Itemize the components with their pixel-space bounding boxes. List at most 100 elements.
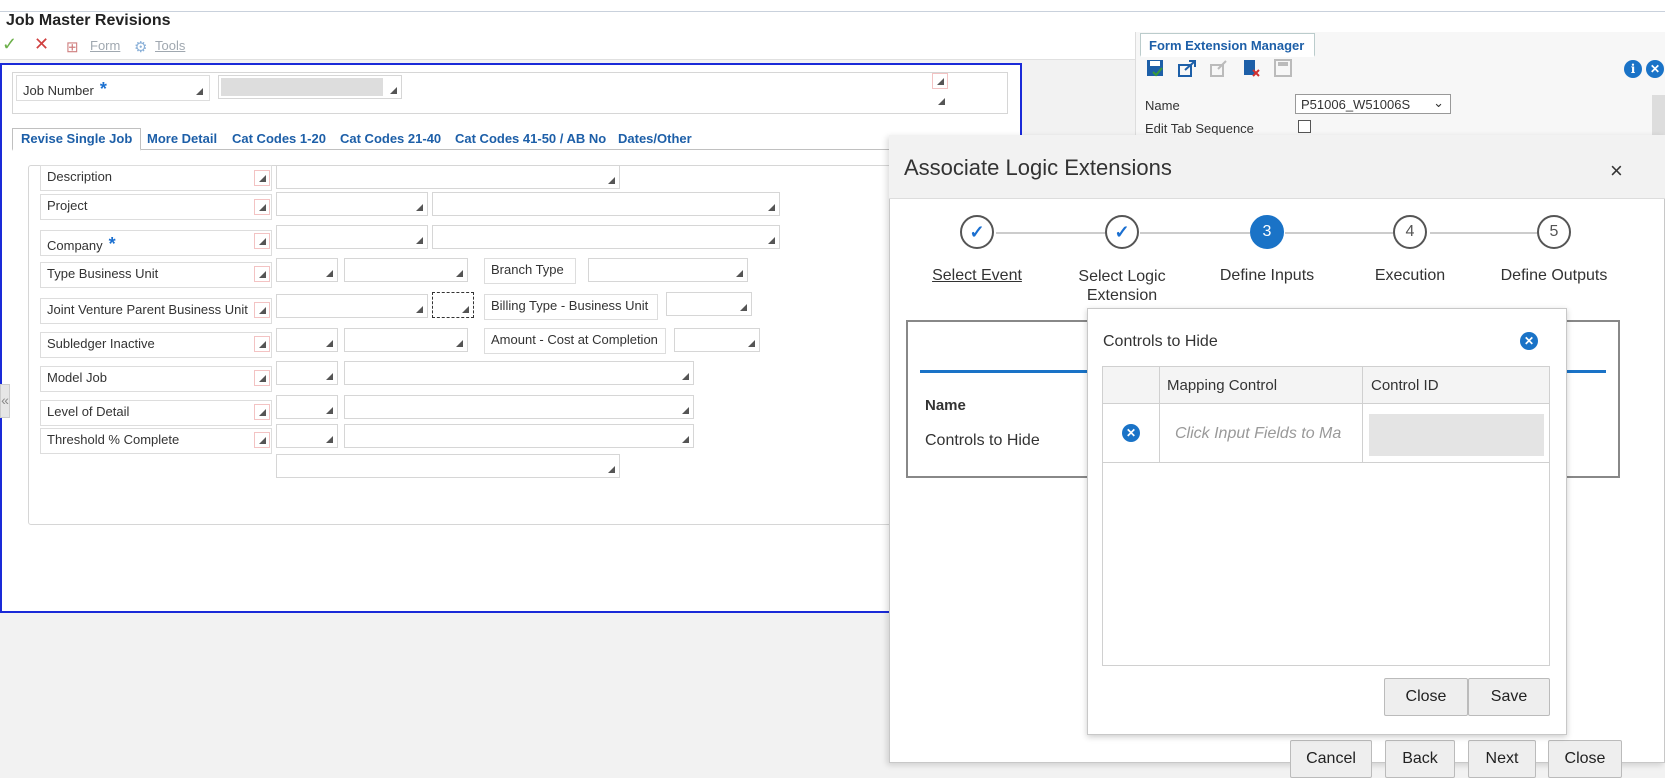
resize-handle <box>416 306 423 313</box>
extra-input[interactable] <box>276 454 620 478</box>
description-input[interactable] <box>276 165 620 189</box>
resize-handle <box>682 436 689 443</box>
step-connector <box>1430 232 1540 234</box>
subledger-inactive-input[interactable] <box>276 328 338 352</box>
form-menu[interactable]: Form <box>90 38 120 53</box>
close-icon[interactable]: × <box>1610 158 1623 184</box>
step-connector <box>1285 232 1395 234</box>
mapping-grid <box>1102 366 1550 666</box>
mapping-control-input[interactable]: Click Input Fields to Ma <box>1175 425 1341 443</box>
fem-name-label: Name <box>1145 98 1180 113</box>
jv-parent-input[interactable] <box>276 294 428 318</box>
info-icon[interactable]: i <box>1624 60 1642 78</box>
step-2-check-icon[interactable]: ✓ <box>1105 215 1139 249</box>
project-input[interactable] <box>276 192 428 216</box>
field-pin-icon[interactable] <box>254 432 270 448</box>
grid-divider <box>1159 366 1160 462</box>
tab-cat-codes-21-40[interactable]: Cat Codes 21-40 <box>340 131 441 146</box>
field-pin-icon[interactable] <box>254 199 270 215</box>
resize-handle <box>932 92 948 108</box>
export-icon[interactable] <box>1177 58 1197 78</box>
tab-revise-single-job[interactable]: Revise Single Job <box>12 128 142 151</box>
type-bu-input[interactable] <box>276 258 338 282</box>
field-pin-icon[interactable] <box>254 302 270 318</box>
ok-icon[interactable]: ✓ <box>2 34 17 55</box>
threshold-label: Threshold % Complete <box>40 428 272 454</box>
save-icon[interactable] <box>1145 58 1165 78</box>
resize-handle <box>608 177 615 184</box>
field-pin-icon[interactable] <box>254 170 270 186</box>
required-star: * <box>99 79 107 99</box>
step-connector <box>1140 232 1250 234</box>
level-of-detail-description <box>344 395 694 419</box>
resize-handle <box>326 270 333 277</box>
company-input[interactable] <box>276 225 428 249</box>
edit-tab-sequence-checkbox[interactable] <box>1298 120 1311 133</box>
tab-cat-codes-1-20[interactable]: Cat Codes 1-20 <box>232 131 326 146</box>
step-1-label[interactable]: Select Event <box>907 267 1047 285</box>
tab-more-detail[interactable]: More Detail <box>147 131 217 146</box>
step-2-label: Select Logic Extension <box>1078 268 1166 304</box>
popup-close-button[interactable]: Close <box>1384 678 1468 716</box>
remove-row-icon[interactable]: ✕ <box>1122 424 1140 442</box>
tab-form-extension-manager[interactable]: Form Extension Manager <box>1140 33 1315 57</box>
model-job-input[interactable] <box>276 361 338 385</box>
tab-cat-codes-41-50[interactable]: Cat Codes 41-50 / AB No <box>455 131 606 146</box>
field-pin-icon[interactable] <box>254 336 270 352</box>
branch-type-input[interactable] <box>588 258 748 282</box>
branch-type-label: Branch Type <box>484 258 576 284</box>
control-id-header: Control ID <box>1371 377 1439 394</box>
type-bu-description <box>344 258 468 282</box>
model-job-description <box>344 361 694 385</box>
field-pin-icon[interactable] <box>254 266 270 282</box>
resize-handle <box>682 407 689 414</box>
threshold-input[interactable] <box>276 424 338 448</box>
chevron-down-icon: ⌄ <box>1433 95 1444 110</box>
close-popup-icon[interactable]: ✕ <box>1520 332 1538 350</box>
field-pin-icon[interactable] <box>254 404 270 420</box>
job-number-label: Job Number * <box>16 75 210 101</box>
level-of-detail-input[interactable] <box>276 395 338 419</box>
jv-lookup-selected[interactable] <box>432 292 474 318</box>
resize-handle <box>456 340 463 347</box>
expand-left-icon[interactable]: « <box>0 384 10 418</box>
resize-handle <box>768 237 775 244</box>
step-5-label: Define Outputs <box>1500 267 1608 284</box>
popup-title: Controls to Hide <box>1103 333 1218 350</box>
cancel-button[interactable]: Cancel <box>1290 740 1372 778</box>
job-number-value <box>221 78 383 96</box>
job-number-input[interactable] <box>218 75 402 99</box>
project-label: Project <box>40 194 272 220</box>
control-id-input[interactable] <box>1369 414 1544 456</box>
step-3-label: Define Inputs <box>1219 267 1315 284</box>
step-4-label: Execution <box>1374 267 1446 284</box>
billing-type-input[interactable] <box>666 292 752 316</box>
amount-cost-input[interactable] <box>674 328 760 352</box>
resize-handle <box>682 373 689 380</box>
cancel-icon[interactable]: ✕ <box>34 34 49 55</box>
next-button[interactable]: Next <box>1468 740 1536 778</box>
tab-dates-other[interactable]: Dates/Other <box>618 131 692 146</box>
subledger-description <box>344 328 468 352</box>
back-button[interactable]: Back <box>1385 740 1455 778</box>
fem-name-select[interactable]: P51006_W51006S ⌄ <box>1295 94 1451 114</box>
subledger-inactive-label: Subledger Inactive <box>40 332 272 358</box>
controls-to-hide-row[interactable]: Controls to Hide <box>925 432 1040 450</box>
field-pin-icon[interactable] <box>254 233 270 249</box>
collapse-icon[interactable] <box>932 73 948 89</box>
close-panel-icon[interactable]: ✕ <box>1646 60 1664 78</box>
job-number-text: Job Number <box>23 83 94 98</box>
popup-save-button[interactable]: Save <box>1468 678 1550 716</box>
field-pin-icon[interactable] <box>254 370 270 386</box>
name-column-header: Name <box>925 397 966 414</box>
resize-handle <box>456 270 463 277</box>
step-connector <box>996 232 1106 234</box>
step-1-check-icon[interactable]: ✓ <box>960 215 994 249</box>
delete-icon[interactable] <box>1241 58 1261 78</box>
disabled-save-icon <box>1274 59 1292 77</box>
resize-handle <box>196 88 203 95</box>
tools-menu[interactable]: Tools <box>155 38 185 53</box>
form-menu-icon: ⊞ <box>66 39 79 56</box>
resize-handle <box>326 436 333 443</box>
close-button[interactable]: Close <box>1548 740 1622 778</box>
